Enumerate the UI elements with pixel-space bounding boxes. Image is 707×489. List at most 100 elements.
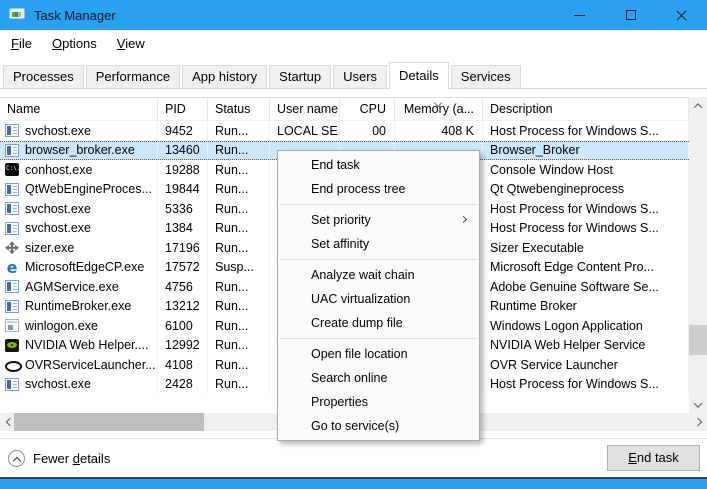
menu-item-label: Open file location xyxy=(311,347,408,361)
cell-pid: 5336 xyxy=(158,199,208,219)
menu-item-open-file-location[interactable]: Open file location xyxy=(278,342,479,366)
column-header-pid[interactable]: PID xyxy=(158,98,208,120)
menubar-item-options[interactable]: Options xyxy=(42,36,107,51)
menubar-item-view[interactable]: View xyxy=(107,36,155,51)
cell-desc: Host Process for Windows S... xyxy=(483,121,689,141)
column-header-cpu[interactable]: CPU xyxy=(340,98,395,120)
cell-text: Host Process for Windows S... xyxy=(490,124,659,138)
cell-text: 9452 xyxy=(165,124,193,138)
scroll-down-button[interactable] xyxy=(689,396,707,413)
maximize-button[interactable] xyxy=(605,0,656,30)
menu-item-label: Set affinity xyxy=(311,237,369,251)
tab-processes[interactable]: Processes xyxy=(3,65,84,88)
vertical-scrollbar-thumb[interactable] xyxy=(689,325,707,355)
cell-pid: 2428 xyxy=(158,375,208,395)
cell-status: Run... xyxy=(208,199,270,219)
menu-item-end-task[interactable]: End task xyxy=(278,153,479,177)
cell-name: RuntimeBroker.exe xyxy=(0,297,158,317)
fewer-details-button[interactable]: Fewer details xyxy=(8,450,110,467)
column-label: Description xyxy=(490,102,553,116)
cell-text: NVIDIA Web Helper.... xyxy=(25,338,148,352)
cell-pid: 9452 xyxy=(158,121,208,141)
cell-text: 13460 xyxy=(165,143,200,157)
cell-text: OVR Service Launcher xyxy=(490,358,618,372)
menu-item-set-affinity[interactable]: Set affinity xyxy=(278,232,479,256)
column-label: Name xyxy=(7,102,40,116)
cell-text: sizer.exe xyxy=(25,241,74,255)
menu-item-uac-virtualization[interactable]: UAC virtualization xyxy=(278,287,479,311)
cell-text: QtWebEngineProces... xyxy=(25,182,152,196)
menu-item-properties[interactable]: Properties xyxy=(278,390,479,414)
ovr-icon xyxy=(5,358,19,371)
cell-status: Run... xyxy=(208,121,270,141)
vertical-scrollbar[interactable] xyxy=(689,97,707,413)
cell-text: OVRServiceLauncher... xyxy=(25,358,156,372)
menubar-item-label: iew xyxy=(125,36,145,51)
cell-desc: Windows Logon Application xyxy=(483,316,689,336)
cell-text: svchost.exe xyxy=(25,202,91,216)
chevron-left-icon xyxy=(5,418,13,426)
menu-item-analyze-wait-chain[interactable]: Analyze wait chain xyxy=(278,263,479,287)
table-row[interactable]: svchost.exe9452Run...LOCAL SE...00408 KH… xyxy=(0,121,689,141)
cell-text: svchost.exe xyxy=(25,377,91,391)
scroll-right-button[interactable] xyxy=(691,413,707,431)
cell-cpu: 00 xyxy=(340,121,395,141)
cell-text: 19288 xyxy=(165,163,200,177)
maximize-icon xyxy=(626,10,636,20)
cell-text: Host Process for Windows S... xyxy=(490,202,659,216)
column-label: User name xyxy=(277,102,338,116)
cell-status: Run... xyxy=(208,277,270,297)
cell-user: LOCAL SE... xyxy=(270,121,340,141)
cell-name: svchost.exe xyxy=(0,199,158,219)
tab-services[interactable]: Services xyxy=(451,65,521,88)
column-header-user-name[interactable]: User name xyxy=(270,98,340,120)
cell-status: Run... xyxy=(208,142,270,160)
tab-details[interactable]: Details xyxy=(389,62,449,89)
column-header-description[interactable]: Description xyxy=(483,98,689,120)
column-header-memory-a[interactable]: Memory (a... xyxy=(395,98,483,120)
cell-pid: 4108 xyxy=(158,355,208,375)
scroll-up-button[interactable] xyxy=(689,97,707,114)
app-window-icon xyxy=(5,280,19,293)
menu-item-set-priority[interactable]: Set priority xyxy=(278,208,479,232)
task-manager-icon xyxy=(9,8,26,22)
cell-text: Sizer Executable xyxy=(490,241,584,255)
tab-users[interactable]: Users xyxy=(333,65,387,88)
cell-text: Host Process for Windows S... xyxy=(490,377,659,391)
menu-item-label: End process tree xyxy=(311,182,406,196)
tab-app-history[interactable]: App history xyxy=(182,65,267,88)
horizontal-scrollbar-thumb[interactable] xyxy=(14,413,204,431)
menu-item-go-to-service-s[interactable]: Go to service(s) xyxy=(278,414,479,438)
menubar-item-file[interactable]: File xyxy=(1,36,42,51)
cell-pid: 4756 xyxy=(158,277,208,297)
menu-item-search-online[interactable]: Search online xyxy=(278,366,479,390)
cell-status: Run... xyxy=(208,180,270,200)
cell-text: 13212 xyxy=(165,299,200,313)
cell-name: OVRServiceLauncher... xyxy=(0,355,158,375)
cell-text: 17196 xyxy=(165,241,200,255)
menu-separator xyxy=(279,259,478,260)
menu-item-end-process-tree[interactable]: End process tree xyxy=(278,177,479,201)
minimize-icon xyxy=(574,15,585,16)
tab-performance[interactable]: Performance xyxy=(86,65,180,88)
column-label: CPU xyxy=(360,102,386,116)
tab-startup[interactable]: Startup xyxy=(269,65,331,88)
end-task-button[interactable]: End task xyxy=(607,445,700,471)
cell-text: 00 xyxy=(372,124,386,138)
cell-text: Run... xyxy=(215,299,248,313)
cell-name: conhost.exe xyxy=(0,160,158,180)
column-header-status[interactable]: Status xyxy=(208,98,270,120)
cell-text: Run... xyxy=(215,202,248,216)
window-light-icon xyxy=(5,319,19,332)
cell-text: MicrosoftEdgeCP.exe xyxy=(25,260,144,274)
minimize-button[interactable] xyxy=(554,0,605,30)
column-header-name[interactable]: Name xyxy=(0,98,158,120)
cell-text: 12992 xyxy=(165,338,200,352)
cell-desc: Microsoft Edge Content Pro... xyxy=(483,258,689,278)
close-button[interactable] xyxy=(656,0,707,30)
cell-status: Run... xyxy=(208,336,270,356)
cell-desc: Runtime Broker xyxy=(483,297,689,317)
window-controls xyxy=(554,0,707,30)
column-label: PID xyxy=(165,102,186,116)
menu-item-create-dump-file[interactable]: Create dump file xyxy=(278,311,479,335)
